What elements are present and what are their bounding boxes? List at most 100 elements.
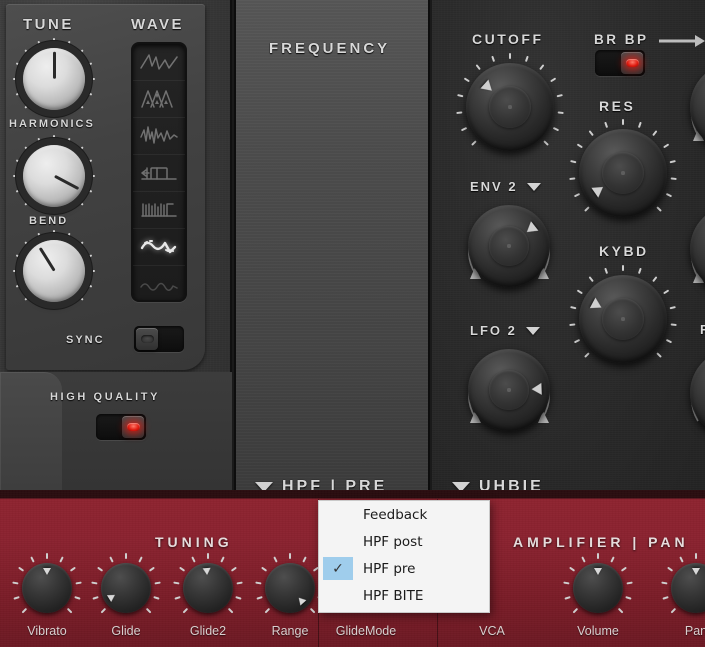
menu-check-cell (323, 503, 353, 526)
pan-knob-label: Pan (684, 624, 705, 638)
kybd-knob[interactable] (569, 265, 677, 363)
oscillator-panel: TUNE HARMONICS BEND WAVE SYNC HIGH QUALI… (0, 0, 232, 490)
wave-item-wave-soft-ripple[interactable] (133, 266, 185, 303)
led-off-icon (140, 335, 154, 343)
check-icon: ✓ (332, 560, 344, 577)
lfo2-dropdown[interactable]: LFO 2 (470, 323, 540, 338)
frequency-panel-texture (236, 0, 428, 490)
wave-item-wave-sawtooth-broken[interactable] (133, 44, 185, 81)
menu-item-label: HPF BITE (363, 587, 424, 604)
wave-item-wave-noisy-sine[interactable] (133, 118, 185, 155)
wave-sawtooth-broken-icon (140, 54, 178, 70)
kybd-knob-cap (601, 297, 645, 341)
knob-body (101, 563, 151, 613)
harmonics-knob-pointer (53, 174, 79, 191)
bend-knob[interactable] (13, 230, 95, 302)
glide2-knob[interactable] (173, 553, 243, 614)
chevron-down-icon (526, 182, 541, 191)
tune-knob-pointer (52, 51, 56, 79)
menu-item-label: HPF pre (363, 560, 416, 577)
env2-dropdown[interactable]: ENV 2 (470, 179, 541, 194)
wave-pulse-box-icon (141, 167, 177, 180)
wave-item-wave-triangle-stack[interactable] (133, 81, 185, 118)
tune-knob-body (23, 48, 85, 110)
wave-item-wave-comb-square[interactable] (133, 192, 185, 229)
bend-knob-body (23, 240, 85, 302)
tune-label: TUNE (23, 16, 74, 33)
menu-item-hpf-post[interactable]: HPF post (319, 528, 489, 555)
vca-label: VCA (479, 624, 505, 638)
toggle-slug (136, 328, 158, 350)
menu-check-cell (323, 584, 353, 607)
menu-check-cell (323, 530, 353, 553)
fm-mid-knob-partial[interactable] (690, 205, 705, 293)
wave-triangle-stack-icon (141, 90, 173, 108)
menu-item-label: Feedback (363, 506, 428, 523)
range-knob[interactable] (255, 553, 325, 614)
sync-label: SYNC (66, 334, 105, 346)
kybd-label: KYBD (599, 243, 649, 259)
res-knob[interactable] (569, 119, 677, 217)
glide-knob[interactable] (91, 553, 161, 614)
res-knob-cap (601, 151, 645, 195)
wave-noisy-sine-icon (140, 126, 178, 144)
wave-selector-list[interactable] (131, 42, 187, 302)
volume-knob-label: Volume (577, 624, 619, 638)
lfo2-label: LFO 2 (470, 323, 517, 338)
menu-item-hpf-bite[interactable]: HPF BITE (319, 582, 489, 609)
env2-label: ENV 2 (470, 179, 518, 194)
range-knob-label: Range (271, 624, 309, 638)
cutoff-knob-cap (488, 85, 532, 129)
fm-upper-knob-partial[interactable] (690, 63, 705, 151)
fm-label: FM (700, 322, 705, 337)
bend-label: BEND (29, 215, 69, 227)
wave-item-wave-scribble-morph[interactable] (133, 229, 185, 266)
knob-body (265, 563, 315, 613)
frequency-panel: FREQUENCY (234, 0, 613, 490)
wave-comb-square-icon (141, 203, 177, 217)
toggle-slug (621, 52, 643, 74)
led-on-icon (126, 423, 140, 431)
frequency-title: FREQUENCY (269, 40, 391, 57)
fm-lower-knob-partial[interactable] (690, 349, 705, 437)
volume-knob[interactable] (563, 553, 633, 614)
menu-item-label: HPF post (363, 533, 423, 550)
tuning-section-title: TUNING (155, 534, 233, 550)
synth-plugin-window: TUNE HARMONICS BEND WAVE SYNC HIGH QUALI… (0, 0, 705, 647)
high-quality-label: HIGH QUALITY (50, 391, 161, 403)
arrow-right-icon (659, 35, 705, 47)
cutoff-label: CUTOFF (472, 31, 544, 47)
toggle-slug (122, 416, 144, 438)
harmonics-label: HARMONICS (9, 118, 95, 130)
tune-knob[interactable] (13, 38, 95, 110)
env2-mod-knob[interactable] (468, 205, 550, 287)
fm-lower-knob-body (690, 349, 705, 437)
hpf-context-menu[interactable]: Feedback HPF post ✓ HPF pre HPF BITE (318, 500, 490, 613)
glide2-knob-label: Glide2 (189, 624, 227, 638)
chevron-down-icon (525, 326, 540, 335)
fm-mid-knob-body (690, 205, 705, 293)
amplifier-section-title: AMPLIFIER | PAN (513, 534, 689, 550)
glide-knob-label: Glide (111, 624, 141, 638)
glidemode-label: GlideMode (335, 624, 397, 638)
wave-label: WAVE (131, 16, 185, 33)
filter-panel: CUTOFF BR BP RES ENV 2 KYBD LFO 2 (432, 0, 705, 490)
wave-item-wave-pulse-box[interactable] (133, 155, 185, 192)
env2-knob-cap (489, 226, 529, 266)
res-label: RES (599, 98, 636, 114)
wave-soft-ripple-icon (140, 282, 178, 291)
harmonics-knob-body (23, 145, 85, 207)
sync-toggle[interactable] (134, 326, 184, 352)
menu-item-hpf-pre[interactable]: ✓ HPF pre (319, 555, 489, 582)
fm-upper-knob-body (690, 63, 705, 151)
vibrato-knob[interactable] (12, 553, 82, 614)
harmonics-knob[interactable] (13, 135, 95, 207)
vibrato-knob-label: Vibrato (27, 624, 67, 638)
menu-item-feedback[interactable]: Feedback (319, 501, 489, 528)
bend-knob-pointer (38, 247, 56, 272)
br-bp-toggle[interactable] (595, 50, 645, 76)
lfo2-mod-knob[interactable] (468, 349, 550, 431)
brbp-label: BR BP (594, 32, 649, 47)
high-quality-toggle[interactable] (96, 414, 146, 440)
cutoff-knob[interactable] (456, 53, 564, 151)
